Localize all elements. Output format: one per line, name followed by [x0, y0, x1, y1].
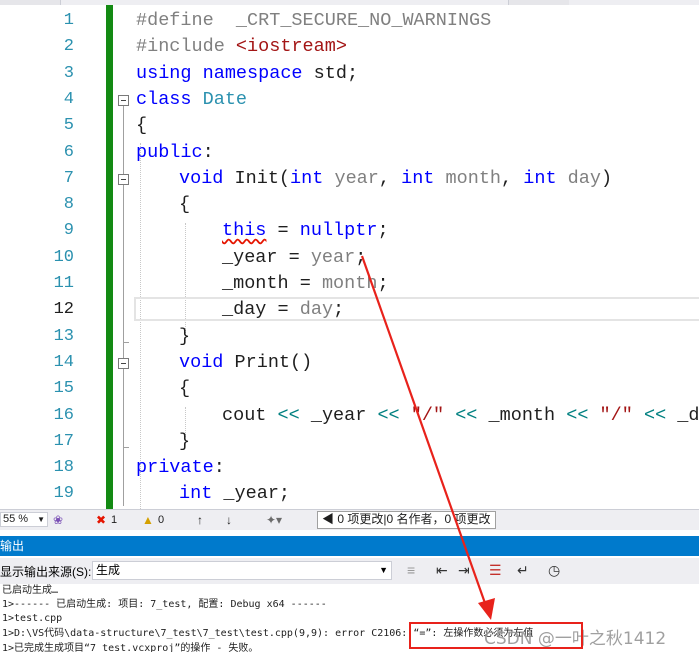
arrow-head — [478, 598, 495, 620]
arrow-shaft — [360, 255, 488, 607]
annotation-arrow — [360, 255, 495, 620]
